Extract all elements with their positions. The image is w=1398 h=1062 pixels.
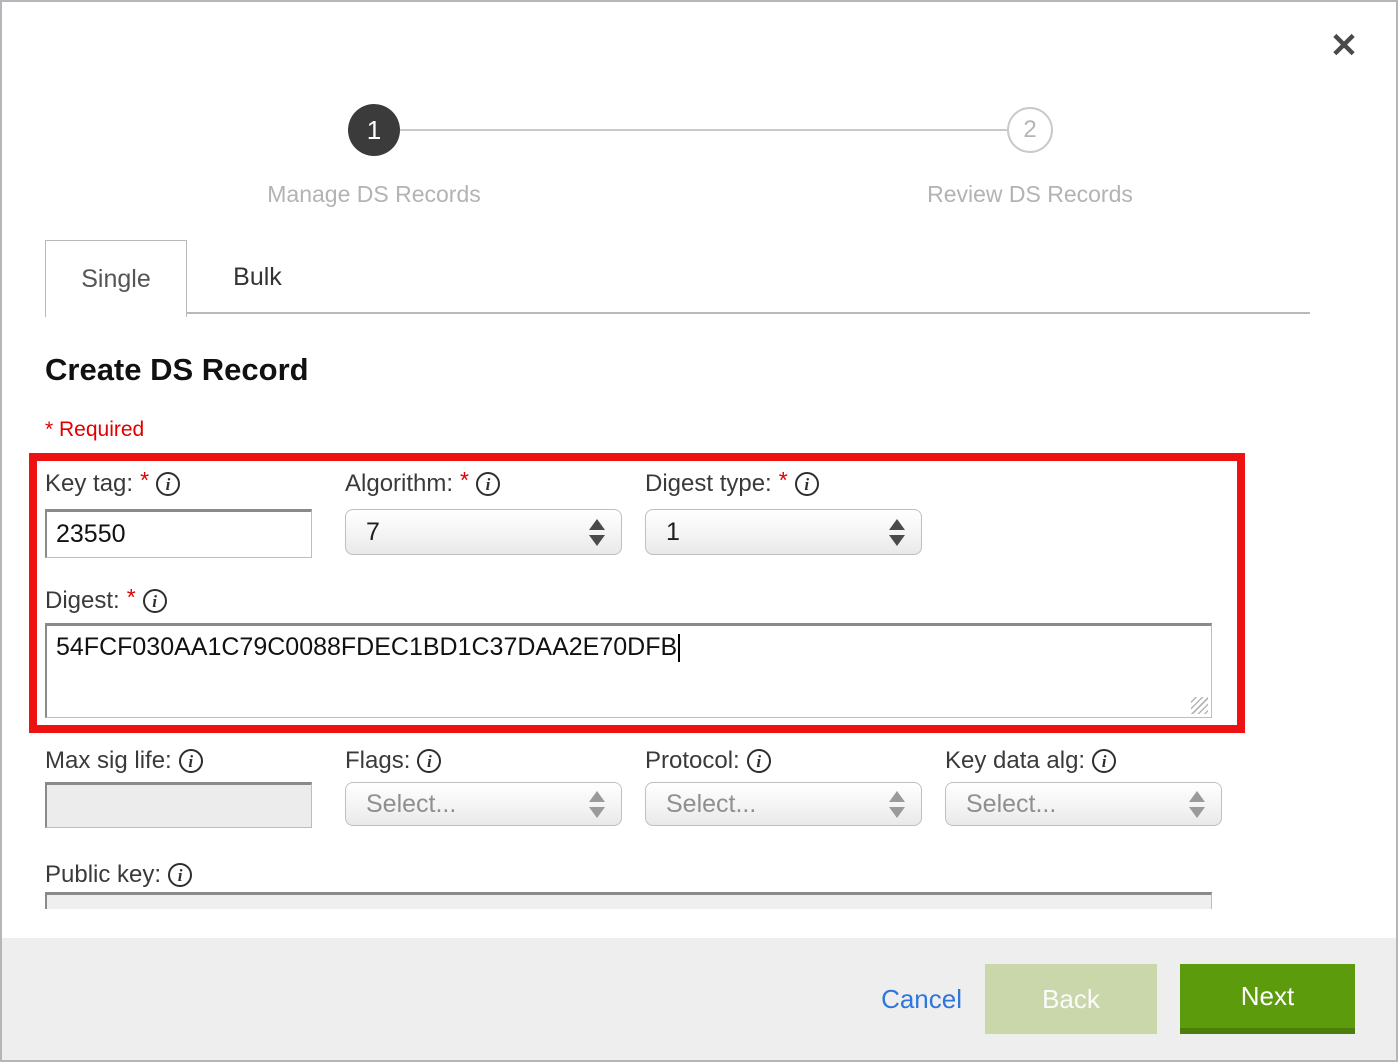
flags-select-value: Select...	[366, 790, 589, 819]
protocol-label-text: Protocol:	[645, 747, 740, 775]
public-key-textarea[interactable]	[45, 892, 1212, 909]
page-title: Create DS Record	[45, 352, 309, 388]
info-icon[interactable]: i	[747, 749, 771, 773]
required-asterisk: *	[127, 584, 136, 611]
close-icon[interactable]: ✕	[1324, 26, 1364, 66]
info-icon[interactable]: i	[143, 589, 167, 613]
stepper-step-1-circle: 1	[348, 104, 400, 156]
digest-textarea[interactable]: 54FCF030AA1C79C0088FDEC1BD1C37DAA2E70DFB	[45, 623, 1212, 718]
spinner-arrows-icon	[589, 519, 605, 546]
resize-handle-icon[interactable]	[1191, 697, 1208, 714]
key-data-alg-label: Key data alg: i	[945, 746, 1116, 776]
protocol-select[interactable]: Select...	[645, 782, 922, 826]
digest-type-select[interactable]: 1	[645, 509, 922, 555]
info-icon[interactable]: i	[795, 472, 819, 496]
protocol-label: Protocol: i	[645, 746, 771, 776]
stepper-connector-line	[400, 129, 1008, 131]
key-data-alg-label-text: Key data alg:	[945, 747, 1085, 775]
algorithm-label: Algorithm: * i	[345, 469, 500, 499]
digest-label-text: Digest:	[45, 587, 120, 615]
max-sig-life-label-text: Max sig life:	[45, 747, 172, 775]
key-data-alg-select[interactable]: Select...	[945, 782, 1222, 826]
key-tag-input[interactable]: 23550	[45, 509, 312, 558]
algorithm-label-text: Algorithm:	[345, 470, 453, 498]
key-data-alg-select-value: Select...	[966, 790, 1189, 819]
public-key-label-text: Public key:	[45, 861, 161, 889]
digest-type-select-value: 1	[666, 518, 889, 547]
modal-footer: Cancel Back Next	[2, 938, 1396, 1060]
digest-type-label: Digest type: * i	[645, 469, 819, 499]
tab-single[interactable]: Single	[45, 240, 187, 317]
digest-label: Digest: * i	[45, 586, 167, 616]
key-tag-label: Key tag: * i	[45, 469, 180, 499]
stepper-step-1-label: Manage DS Records	[214, 181, 534, 208]
next-button[interactable]: Next	[1180, 964, 1355, 1034]
key-tag-label-text: Key tag:	[45, 470, 133, 498]
info-icon[interactable]: i	[168, 863, 192, 887]
stepper-step-2-label: Review DS Records	[870, 181, 1190, 208]
flags-label: Flags: i	[345, 746, 441, 776]
spinner-arrows-icon	[589, 791, 605, 818]
required-asterisk: *	[140, 467, 149, 494]
max-sig-life-input[interactable]	[45, 782, 312, 828]
info-icon[interactable]: i	[476, 472, 500, 496]
spinner-arrows-icon	[889, 519, 905, 546]
create-ds-record-modal: ✕ 1 2 Manage DS Records Review DS Record…	[0, 0, 1398, 1062]
cancel-link[interactable]: Cancel	[881, 984, 962, 1015]
text-caret	[678, 634, 680, 662]
required-asterisk: *	[460, 467, 469, 494]
digest-type-label-text: Digest type:	[645, 470, 772, 498]
algorithm-select[interactable]: 7	[345, 509, 622, 555]
required-note: * Required	[45, 418, 144, 442]
stepper-step-2-circle: 2	[1007, 107, 1053, 153]
max-sig-life-label: Max sig life: i	[45, 746, 203, 776]
spinner-arrows-icon	[889, 791, 905, 818]
public-key-label: Public key: i	[45, 860, 192, 890]
info-icon[interactable]: i	[179, 749, 203, 773]
protocol-select-value: Select...	[666, 790, 889, 819]
flags-label-text: Flags:	[345, 747, 410, 775]
info-icon[interactable]: i	[1092, 749, 1116, 773]
digest-value: 54FCF030AA1C79C0088FDEC1BD1C37DAA2E70DFB	[56, 633, 677, 661]
required-asterisk: *	[779, 467, 788, 494]
back-button[interactable]: Back	[985, 964, 1157, 1034]
algorithm-select-value: 7	[366, 518, 589, 547]
tab-bulk[interactable]: Bulk	[185, 240, 330, 314]
spinner-arrows-icon	[1189, 791, 1205, 818]
flags-select[interactable]: Select...	[345, 782, 622, 826]
info-icon[interactable]: i	[156, 472, 180, 496]
info-icon[interactable]: i	[417, 749, 441, 773]
